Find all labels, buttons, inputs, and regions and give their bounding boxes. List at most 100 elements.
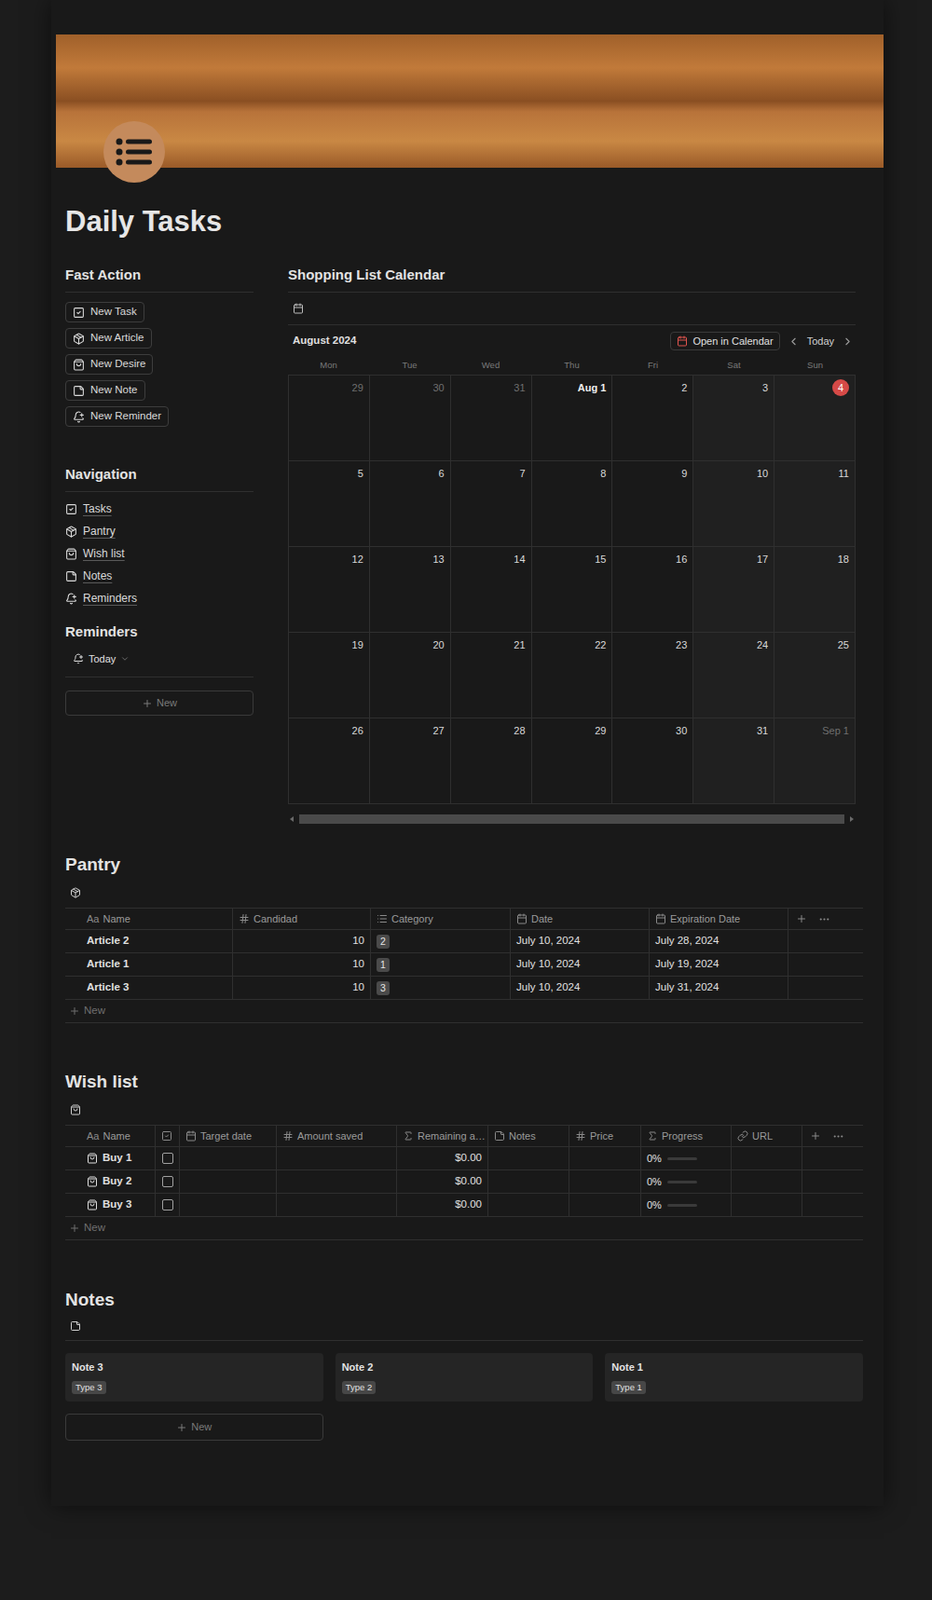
table-cell[interactable]: Buy 2 <box>65 1170 155 1193</box>
table-cell[interactable]: $0.00 <box>396 1147 488 1170</box>
calendar-day[interactable]: 25 <box>774 632 856 719</box>
sticky-note-icon[interactable] <box>69 1320 82 1332</box>
calendar-day[interactable]: 31 <box>693 718 775 805</box>
fast-action-button[interactable]: New Note <box>65 380 146 401</box>
table-cell[interactable] <box>568 1147 641 1170</box>
calendar-day[interactable]: 16 <box>612 547 694 633</box>
column-header[interactable]: AaName <box>65 908 233 930</box>
fast-action-button[interactable]: New Article <box>65 328 152 349</box>
previous-month-icon[interactable] <box>787 335 800 348</box>
table-cell[interactable] <box>568 1193 641 1217</box>
table-row[interactable]: Article 1101July 10, 2024July 19, 2024 <box>65 953 864 977</box>
table-row[interactable]: Article 3103July 10, 2024July 31, 2024 <box>65 976 864 1001</box>
table-cell[interactable]: 0% <box>640 1170 731 1193</box>
navigation-link[interactable]: Tasks <box>65 498 254 520</box>
column-header[interactable]: Remaining a… <box>396 1125 488 1147</box>
calendar-day[interactable]: 10 <box>693 461 775 548</box>
checkbox[interactable] <box>162 1152 174 1165</box>
calendar-day[interactable]: 15 <box>532 547 614 633</box>
reminders-new-button[interactable]: New <box>65 690 254 716</box>
calendar-day[interactable]: 6 <box>370 461 452 548</box>
scroll-left-icon[interactable] <box>287 815 296 823</box>
navigation-link[interactable]: Wish list <box>65 543 254 564</box>
calendar-day[interactable]: 30 <box>370 375 452 462</box>
table-cell[interactable] <box>568 1170 641 1193</box>
table-row[interactable]: Buy 2 $0.00 0% <box>65 1170 864 1194</box>
more-icon[interactable] <box>818 913 831 926</box>
table-cell[interactable]: Article 3 <box>65 976 233 1000</box>
table-cell[interactable] <box>275 1170 397 1193</box>
package-icon[interactable] <box>69 887 82 899</box>
scrollbar-thumb[interactable] <box>299 814 845 824</box>
table-cell[interactable] <box>730 1147 802 1170</box>
fast-action-button[interactable]: New Desire <box>65 354 153 375</box>
calendar-icon[interactable] <box>292 302 304 315</box>
fast-action-button[interactable]: New Reminder <box>65 406 169 427</box>
calendar-day[interactable]: 17 <box>693 547 775 633</box>
column-header[interactable]: URL <box>730 1125 802 1147</box>
table-cell[interactable]: $0.00 <box>396 1193 488 1217</box>
calendar-day[interactable]: 19 <box>288 632 371 719</box>
calendar-day[interactable]: 26 <box>288 718 371 805</box>
table-row[interactable]: Article 2102July 10, 2024July 28, 2024 <box>65 930 864 954</box>
new-row-button[interactable]: New <box>65 1217 864 1241</box>
table-cell[interactable] <box>487 1147 569 1170</box>
calendar-scrollbar[interactable] <box>287 813 856 825</box>
table-cell[interactable] <box>730 1193 802 1217</box>
calendar-day[interactable]: 23 <box>612 632 694 719</box>
checkbox[interactable] <box>162 1176 174 1188</box>
navigation-link[interactable]: Reminders <box>65 588 254 609</box>
column-header[interactable]: Candidad <box>232 908 371 930</box>
calendar-day[interactable]: 27 <box>370 718 452 805</box>
column-header[interactable]: AaName <box>65 1125 155 1147</box>
calendar-day[interactable]: Sep 1 <box>774 718 856 805</box>
reminders-view-tab[interactable]: Today <box>65 648 138 670</box>
calendar-day[interactable]: 21 <box>451 632 533 719</box>
calendar-day[interactable]: 30 <box>612 718 694 805</box>
calendar-day[interactable]: 29 <box>532 718 614 805</box>
calendar-day[interactable]: Aug 1 <box>532 375 614 462</box>
checkbox[interactable] <box>162 1199 174 1211</box>
table-cell[interactable]: 10 <box>232 930 371 953</box>
table-cell[interactable]: July 10, 2024 <box>509 976 649 1000</box>
table-cell[interactable]: 10 <box>232 976 371 1000</box>
add-column-icon[interactable] <box>795 913 808 925</box>
calendar-day[interactable]: 8 <box>532 461 614 548</box>
add-column-icon[interactable] <box>809 1130 822 1142</box>
calendar-day[interactable]: 20 <box>370 632 452 719</box>
table-cell[interactable]: July 19, 2024 <box>648 953 788 976</box>
column-header[interactable]: Target date <box>178 1125 276 1147</box>
calendar-day[interactable]: 18 <box>774 547 856 633</box>
table-cell[interactable]: July 28, 2024 <box>648 930 788 953</box>
table-cell[interactable] <box>275 1193 397 1217</box>
column-header[interactable]: Category <box>370 908 510 930</box>
calendar-day[interactable]: 5 <box>288 461 371 548</box>
calendar-day[interactable]: 9 <box>612 461 694 548</box>
column-header[interactable]: Date <box>509 908 649 930</box>
today-button[interactable]: Today <box>807 333 835 350</box>
more-icon[interactable] <box>832 1130 845 1143</box>
notes-new-button[interactable]: New <box>65 1413 324 1441</box>
note-card[interactable]: Note 2Type 2 <box>335 1353 594 1402</box>
table-cell[interactable]: $0.00 <box>396 1170 488 1193</box>
scroll-right-icon[interactable] <box>848 815 856 823</box>
table-cell[interactable]: July 31, 2024 <box>648 976 788 1000</box>
table-cell[interactable]: 3 <box>370 976 510 1000</box>
calendar-day[interactable]: 2 <box>612 375 694 462</box>
note-card[interactable]: Note 3Type 3 <box>65 1353 324 1402</box>
table-cell[interactable]: 2 <box>370 930 510 953</box>
table-cell[interactable] <box>154 1170 179 1193</box>
column-header[interactable]: Expiration Date <box>648 908 788 930</box>
table-cell[interactable] <box>178 1193 276 1217</box>
column-header[interactable]: Amount saved <box>275 1125 397 1147</box>
table-row[interactable]: Buy 3$0.000% <box>65 1193 864 1218</box>
table-cell[interactable]: 0% <box>640 1193 731 1217</box>
calendar-day[interactable]: 13 <box>370 547 452 633</box>
table-cell[interactable] <box>178 1170 276 1193</box>
table-row[interactable]: Buy 1$0.000% <box>65 1147 864 1171</box>
calendar-day[interactable]: 29 <box>288 375 371 462</box>
navigation-link[interactable]: Notes <box>65 565 254 587</box>
calendar-day[interactable]: 31 <box>451 375 533 462</box>
calendar-day[interactable]: 12 <box>288 547 371 633</box>
table-cell[interactable] <box>154 1193 179 1217</box>
